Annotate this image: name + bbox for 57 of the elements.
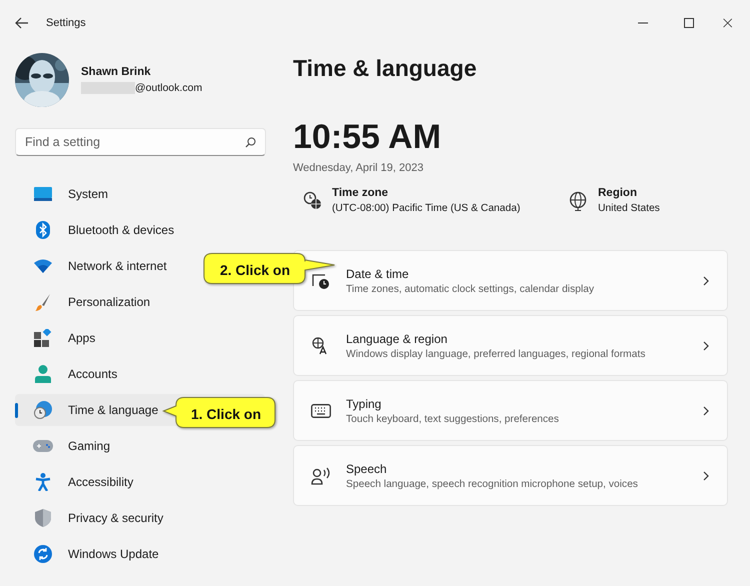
page-title: Time & language xyxy=(293,55,478,83)
wifi-icon xyxy=(34,259,52,273)
user-email: @outlook.com xyxy=(135,82,202,94)
window-title: Settings xyxy=(46,16,86,28)
settings-card[interactable]: Speech Speech language, speech recognition microphone setup, voices xyxy=(293,445,728,506)
info-label: Region xyxy=(598,187,638,199)
current-date: Wednesday, April 19, 2023 xyxy=(293,162,424,174)
globe-icon xyxy=(569,191,587,211)
card-description: Speech language, speech recognition microphone setup, voices xyxy=(346,478,639,490)
calendar-clock-icon xyxy=(312,272,330,290)
monitor-icon xyxy=(34,187,52,201)
apps-icon xyxy=(34,329,52,347)
keyboard-icon xyxy=(311,404,331,418)
settings-card[interactable]: Typing Touch keyboard, text suggestions, preferences xyxy=(293,380,728,441)
card-title: Language & region xyxy=(346,332,448,346)
card-title: Speech xyxy=(346,462,388,476)
card-description: Windows display language, preferred languages, regional formats xyxy=(346,348,646,360)
paintbrush-icon xyxy=(35,293,51,311)
search-field[interactable]: Find a setting xyxy=(15,128,266,156)
sidebar-item[interactable]: Accounts xyxy=(15,358,265,390)
back-arrow-icon[interactable] xyxy=(15,16,29,28)
sidebar-item[interactable]: Personalization xyxy=(15,286,265,318)
chevron-right-icon xyxy=(703,406,709,416)
callout-tooltip: 2. Click on xyxy=(204,253,335,286)
callout-tooltip: 1. Click on xyxy=(163,397,276,430)
info-label: Time zone xyxy=(332,187,390,199)
accessibility-icon xyxy=(35,473,51,491)
sidebar-item[interactable]: Bluetooth & devices xyxy=(15,214,265,246)
card-title: Typing xyxy=(346,396,382,410)
gamepad-icon xyxy=(33,439,53,453)
card-description: Touch keyboard, text suggestions, preferences xyxy=(346,414,560,424)
info-value[interactable]: (UTC-08:00) Pacific Time (US & Canada) xyxy=(332,203,520,214)
card-description: Time zones, automatic clock settings, calendar display xyxy=(346,284,596,294)
sidebar-item[interactable]: Apps xyxy=(15,322,265,354)
selection-indicator xyxy=(15,403,18,418)
shield-icon xyxy=(35,509,51,527)
sidebar-item[interactable]: Accessibility xyxy=(15,466,265,498)
sidebar-item[interactable]: Windows Update xyxy=(15,538,265,570)
user-name: Shawn Brink xyxy=(81,66,152,78)
sidebar-item[interactable]: System xyxy=(15,178,265,210)
settings-card[interactable]: Date & time Time zones, automatic clock settings, calendar display xyxy=(293,250,728,311)
sidebar-item[interactable]: Privacy & security xyxy=(15,502,265,534)
info-value[interactable]: United States xyxy=(598,203,660,214)
speech-icon xyxy=(311,466,331,484)
person-icon xyxy=(35,365,51,383)
card-title: Date & time xyxy=(346,266,410,280)
sidebar-item[interactable]: Gaming xyxy=(15,430,265,462)
bluetooth-icon xyxy=(36,221,50,239)
sync-icon xyxy=(34,545,52,563)
globe-clock-icon xyxy=(34,401,52,419)
chevron-right-icon xyxy=(703,470,709,480)
chevron-right-icon xyxy=(703,340,709,350)
clock-time: 10:55 AM xyxy=(293,118,442,156)
settings-card[interactable]: Language & region Windows display language, preferred languages, regional formats xyxy=(293,315,728,376)
chevron-right-icon xyxy=(703,276,709,286)
clock-globe-icon xyxy=(303,191,323,211)
search-icon xyxy=(245,137,256,148)
